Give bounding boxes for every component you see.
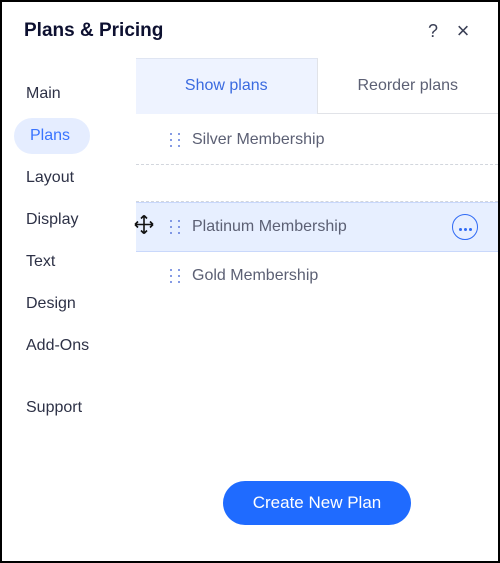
plan-label: Platinum Membership [192,218,347,236]
sidebar-item-display[interactable]: Display [2,202,136,238]
drag-handle-icon[interactable] [170,269,180,283]
drag-handle-icon[interactable] [170,133,180,147]
footer: Create New Plan [136,463,498,561]
sidebar-item-plans[interactable]: Plans [14,118,90,154]
panel-header: Plans & Pricing ? × [2,2,498,58]
move-cursor-icon [132,213,156,242]
plan-row[interactable]: Gold Membership [136,252,498,300]
ellipsis-icon [458,218,473,236]
sidebar-item-addons[interactable]: Add-Ons [2,328,136,364]
panel-body: Main Plans Layout Display Text Design Ad… [2,58,498,561]
sidebar-item-design[interactable]: Design [2,286,136,322]
help-icon[interactable]: ? [418,16,448,46]
plan-row[interactable]: Platinum Membership [136,202,498,252]
panel-title: Plans & Pricing [24,20,418,42]
sidebar-separator [2,370,136,384]
close-icon[interactable]: × [448,16,478,46]
sidebar: Main Plans Layout Display Text Design Ad… [2,58,136,561]
plans-list: Silver Membership Platinum Membership [136,114,498,300]
create-new-plan-button[interactable]: Create New Plan [223,481,412,525]
plan-row[interactable]: Silver Membership [136,116,498,164]
sidebar-item-text[interactable]: Text [2,244,136,280]
sidebar-item-layout[interactable]: Layout [2,160,136,196]
main-area: Show plans Reorder plans Silver Membersh… [136,58,498,561]
settings-panel: Plans & Pricing ? × Main Plans Layout Di… [0,0,500,563]
more-actions-button[interactable] [452,214,478,240]
tabs: Show plans Reorder plans [136,58,498,114]
plan-label: Silver Membership [192,131,324,149]
sidebar-item-support[interactable]: Support [2,390,136,426]
plan-label: Gold Membership [192,267,318,285]
drag-handle-icon[interactable] [170,220,180,234]
tab-show-plans[interactable]: Show plans [136,58,317,114]
sidebar-item-main[interactable]: Main [2,76,136,112]
drop-target-gap[interactable] [136,164,498,202]
tab-reorder-plans[interactable]: Reorder plans [317,58,499,113]
